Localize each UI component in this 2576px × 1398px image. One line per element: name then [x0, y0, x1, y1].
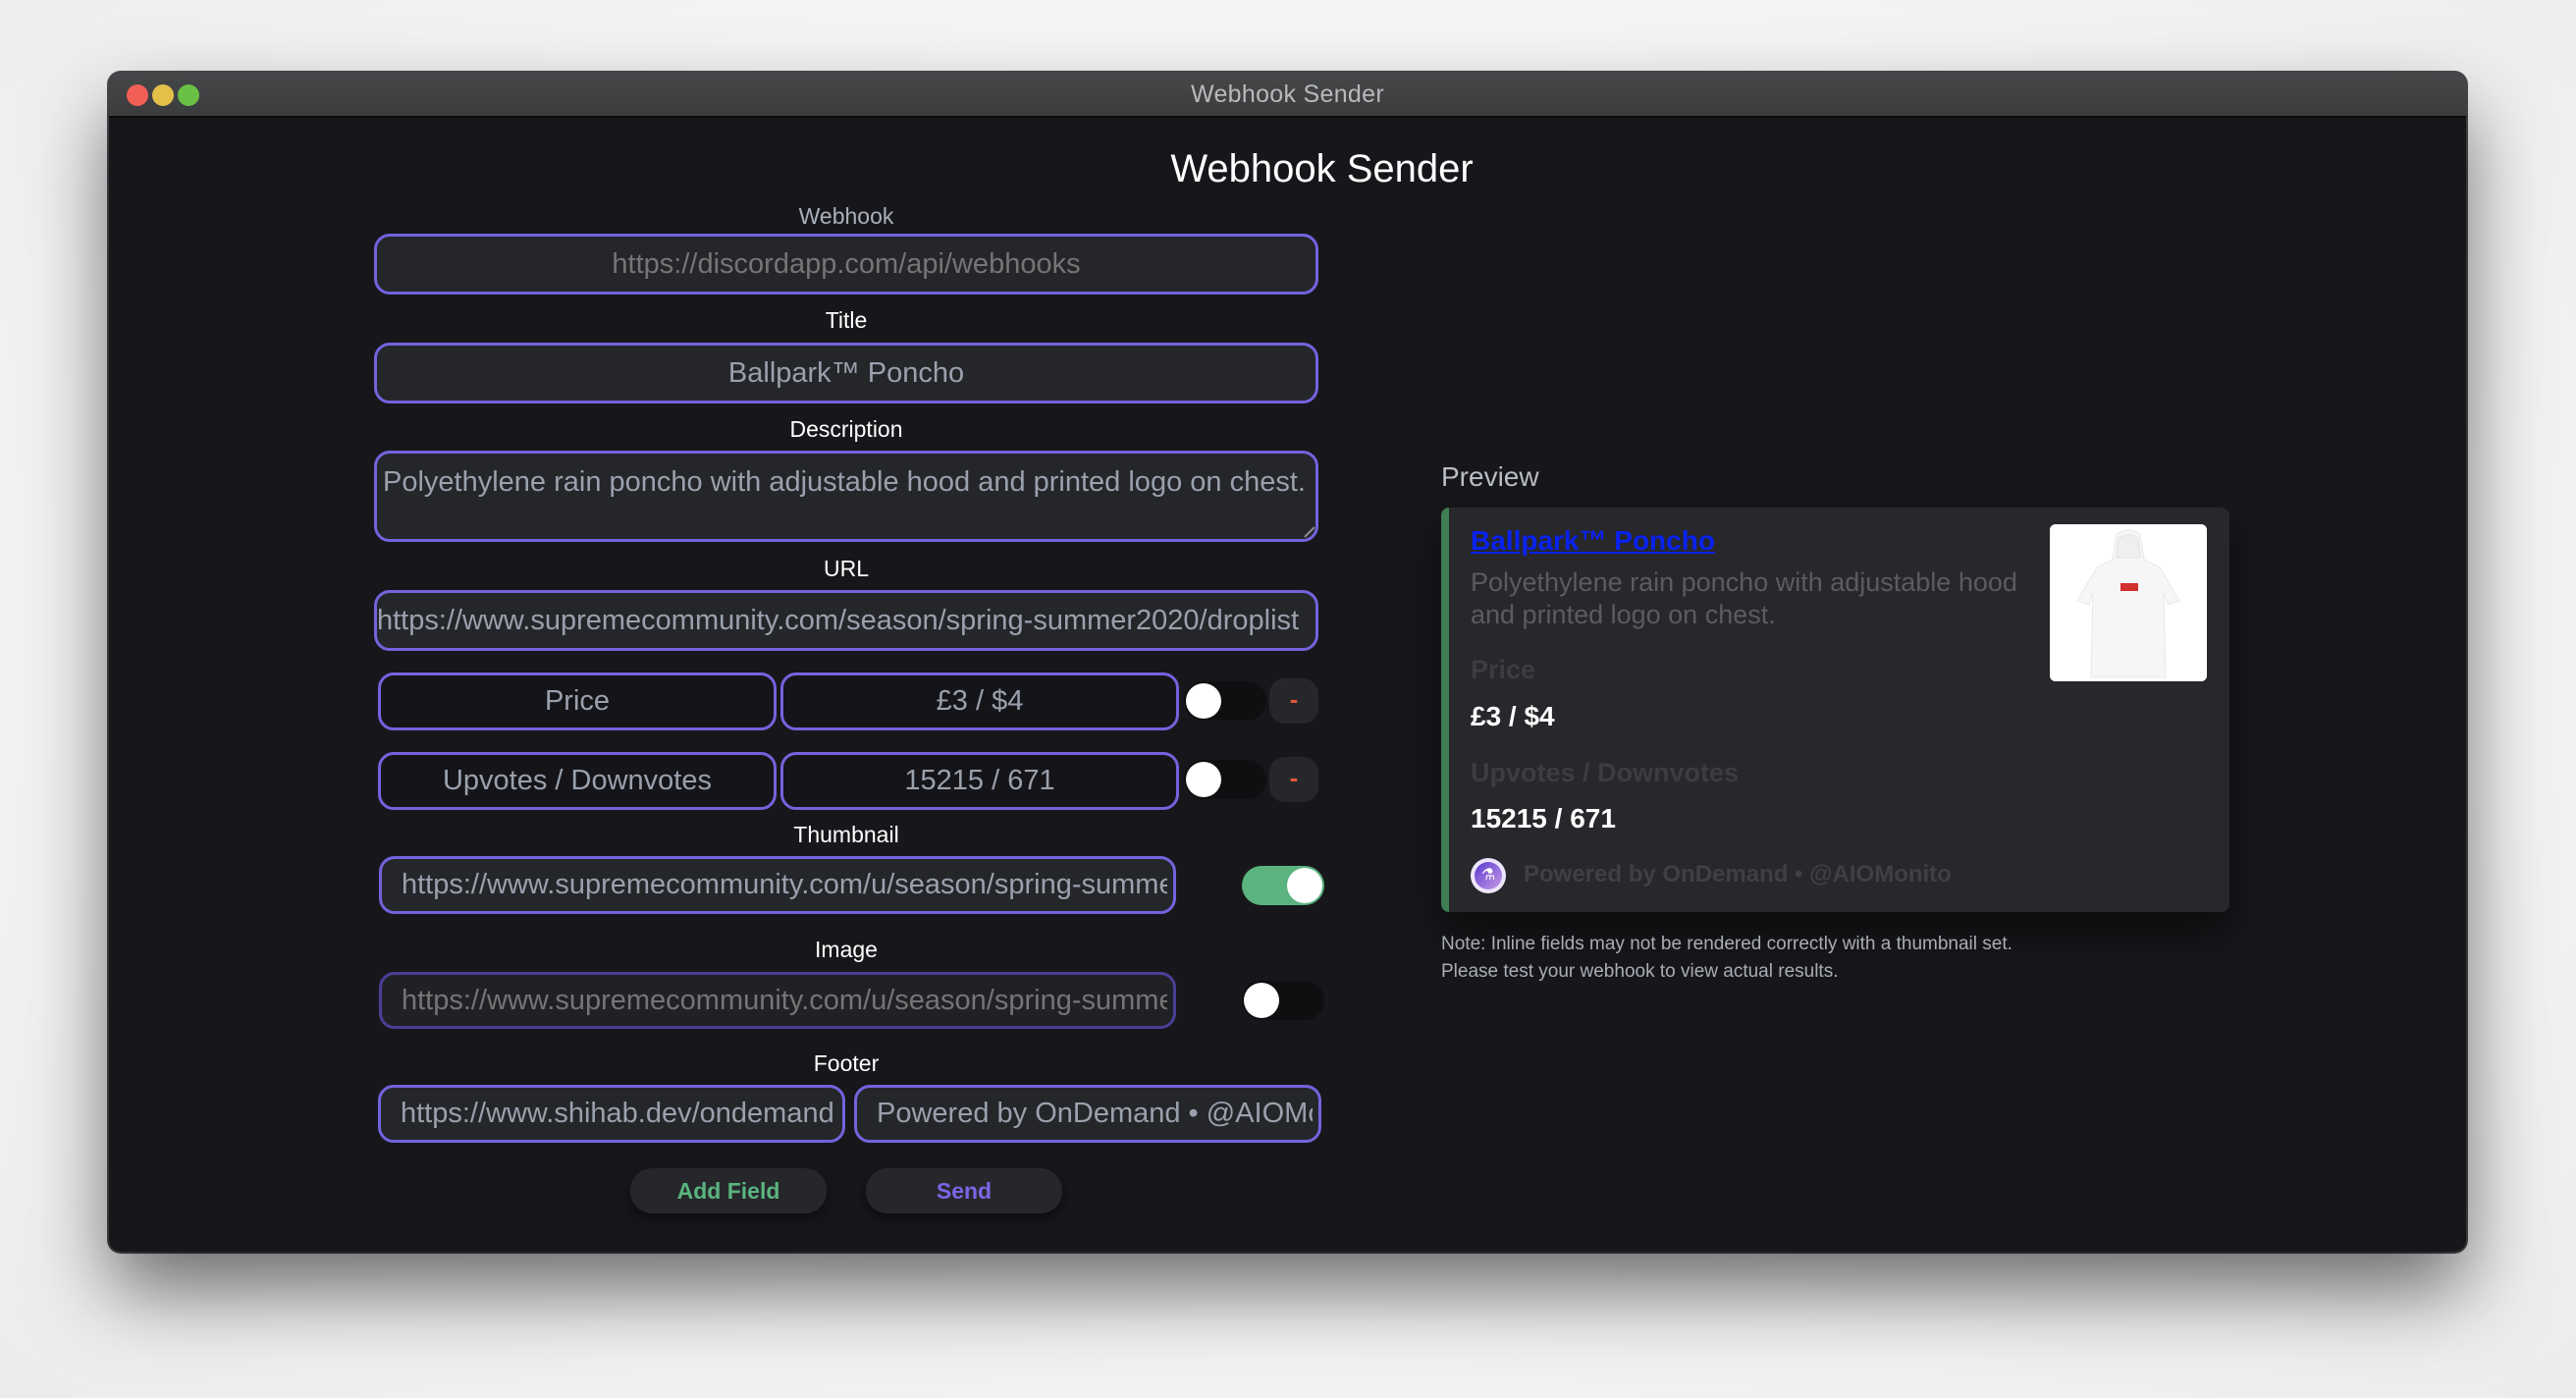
embed-field-value: 15215 / 671: [1471, 803, 1616, 833]
webhook-label: Webhook: [798, 203, 894, 229]
thumbnail-label: Thumbnail: [793, 822, 899, 847]
remove-field-button[interactable]: -: [1269, 678, 1318, 724]
remove-field-button[interactable]: -: [1269, 757, 1318, 802]
embed-field-name: Upvotes / Downvotes: [1471, 758, 1740, 787]
thumbnail-toggle[interactable]: [1242, 866, 1324, 905]
window-title: Webhook Sender: [1191, 81, 1384, 108]
inline-toggle[interactable]: [1184, 681, 1266, 721]
embed-footer-text: Powered by OnDemand • @AIOMonito: [1524, 861, 1952, 887]
image-label: Image: [815, 937, 878, 962]
field-name-input[interactable]: [378, 672, 777, 730]
embed-description: Polyethylene rain poncho with adjustable…: [1471, 567, 2017, 629]
add-field-button[interactable]: Add Field: [630, 1168, 827, 1213]
toggle-knob: [1287, 868, 1322, 903]
preview-label: Preview: [1441, 461, 1539, 492]
embed-preview: Ballpark™ Poncho Polyethylene rain ponch…: [1441, 508, 2229, 912]
toggle-knob: [1186, 683, 1221, 719]
url-input[interactable]: [374, 590, 1318, 651]
thumbnail-input[interactable]: [379, 856, 1176, 914]
preview-note: Note: Inline fields may not be rendered …: [1441, 934, 2012, 982]
image-toggle[interactable]: [1242, 981, 1324, 1020]
inline-toggle[interactable]: [1184, 760, 1266, 799]
embed-field-value: £3 / $4: [1471, 701, 1555, 731]
title-input[interactable]: [374, 343, 1318, 403]
description-label: Description: [789, 416, 903, 442]
embed-field-name: Price: [1471, 655, 1536, 684]
title-label: Title: [825, 307, 868, 333]
toggle-knob: [1244, 983, 1279, 1018]
title-bar: Webhook Sender: [109, 73, 2466, 118]
embed-title-link[interactable]: Ballpark™ Poncho: [1471, 525, 1715, 557]
toggle-knob: [1186, 762, 1221, 797]
embed-thumbnail-image: [2050, 524, 2207, 681]
footer-icon-url-input[interactable]: [378, 1085, 845, 1143]
footer-label: Footer: [813, 1050, 880, 1076]
webhook-input[interactable]: [374, 234, 1318, 295]
field-name-input[interactable]: [378, 752, 777, 810]
footer-avatar: ⚗: [1471, 858, 1506, 893]
url-label: URL: [823, 556, 869, 581]
send-button[interactable]: Send: [866, 1168, 1062, 1213]
flask-icon: ⚗: [1475, 862, 1502, 889]
field-value-input[interactable]: [780, 752, 1179, 810]
image-input[interactable]: [379, 972, 1176, 1029]
app-window: Webhook Sender Webhook Sender Webhook Ti…: [109, 73, 2466, 1252]
description-textarea[interactable]: Polyethylene rain poncho with adjustable…: [374, 451, 1318, 542]
page-title: Webhook Sender: [1170, 147, 1474, 190]
field-value-input[interactable]: [780, 672, 1179, 730]
footer-text-input[interactable]: [854, 1085, 1321, 1143]
poncho-image: [2050, 524, 2207, 681]
